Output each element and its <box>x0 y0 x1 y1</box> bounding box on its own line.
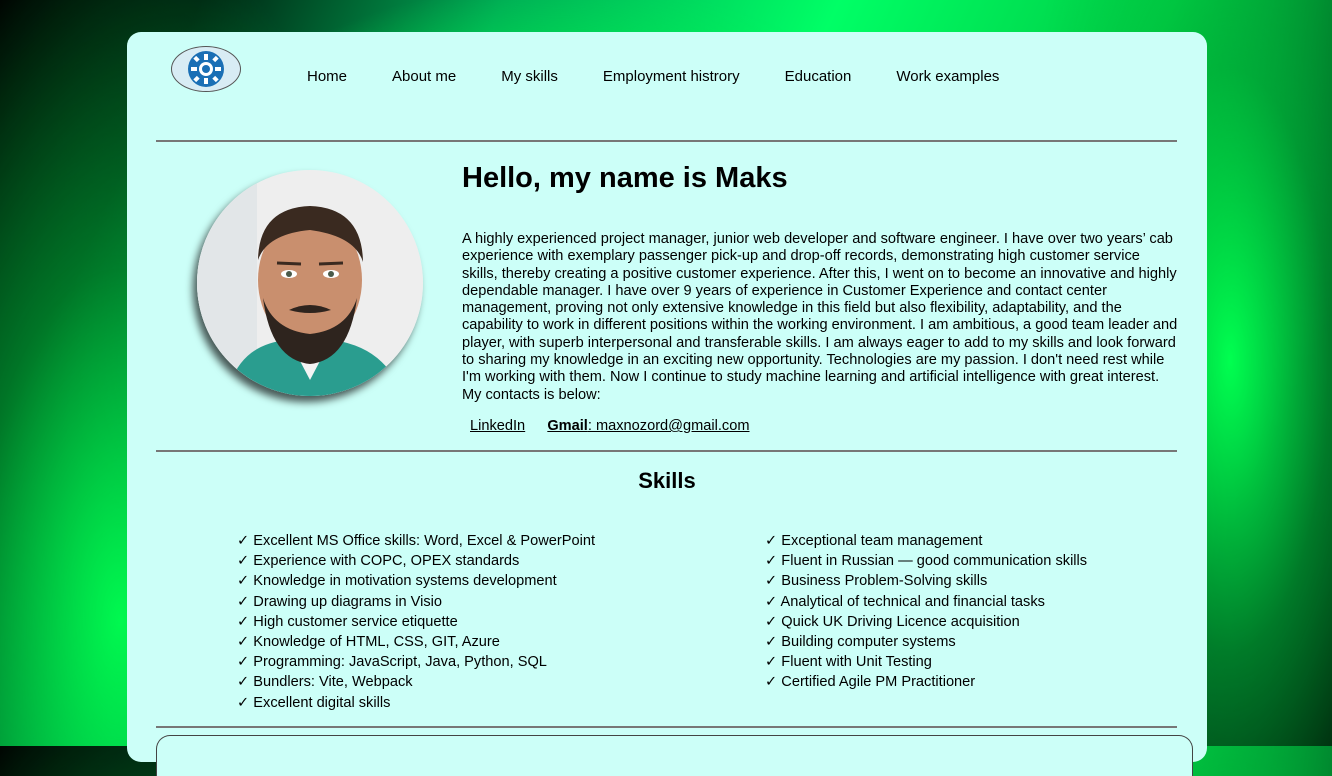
check-icon: ✓ <box>765 674 778 691</box>
gear-logo-icon <box>188 51 224 87</box>
check-icon: ✓ <box>765 553 778 570</box>
skill-item: ✓ Exceptional team management <box>765 533 983 549</box>
gmail-link[interactable]: Gmail: maxnozord@gmail.com <box>547 418 749 434</box>
check-icon: ✓ <box>765 533 778 549</box>
nav-home[interactable]: Home <box>307 68 347 85</box>
bio-text: A highly experienced project manager, ju… <box>462 231 1178 403</box>
check-icon: ✓ <box>237 533 250 549</box>
skill-item: ✓ Fluent with Unit Testing <box>765 654 932 671</box>
main-nav: Home About me My skills Employment histr… <box>307 68 1044 85</box>
nav-employment-history[interactable]: Employment histrory <box>603 68 740 85</box>
check-icon: ✓ <box>765 593 778 610</box>
skills-title: Skills <box>638 468 696 493</box>
linkedin-link[interactable]: LinkedIn <box>470 418 525 434</box>
check-icon: ✓ <box>237 613 250 630</box>
skill-item: ✓ Excellent digital skills <box>237 694 391 711</box>
skill-item: ✓ Certified Agile PM Practitioner <box>765 674 976 691</box>
skills-list-left: ✓ Excellent MS Office skills: Word, Exce… <box>237 531 595 713</box>
divider <box>156 450 1177 452</box>
skill-item: ✓ Excellent MS Office skills: Word, Exce… <box>237 533 596 549</box>
gmail-address: : maxnozord@gmail.com <box>587 418 750 434</box>
skill-item: ✓ Fluent in Russian — good communication… <box>765 553 1088 570</box>
skill-item: ✓ Programming: JavaScript, Java, Python,… <box>237 654 547 671</box>
page-title: Hello, my name is Maks <box>462 162 788 194</box>
divider <box>156 140 1177 142</box>
check-icon: ✓ <box>765 613 778 630</box>
check-icon: ✓ <box>237 634 250 651</box>
skill-item: ✓ High customer service etiquette <box>237 613 458 630</box>
skill-item: ✓ Knowledge of HTML, CSS, GIT, Azure <box>237 634 500 651</box>
skill-item: ✓ Quick UK Driving Licence acquisition <box>765 613 1020 630</box>
profile-photo <box>197 170 423 396</box>
gmail-label: Gmail <box>547 418 588 434</box>
nav-work-examples[interactable]: Work examples <box>896 68 999 85</box>
nav-education[interactable]: Education <box>785 68 852 85</box>
skill-item: ✓ Knowledge in motivation systems develo… <box>237 573 557 590</box>
skills-list-right: ✓ Exceptional team management ✓ Fluent i… <box>765 531 1087 693</box>
check-icon: ✓ <box>237 553 250 570</box>
contacts: LinkedIn Gmail: maxnozord@gmail.com <box>470 418 750 434</box>
check-icon: ✓ <box>765 654 778 671</box>
divider <box>156 726 1177 728</box>
check-icon: ✓ <box>765 634 778 651</box>
next-section-card <box>156 735 1193 776</box>
nav-my-skills[interactable]: My skills <box>501 68 558 85</box>
check-icon: ✓ <box>237 654 250 671</box>
main-card: Home About me My skills Employment histr… <box>127 32 1207 776</box>
check-icon: ✓ <box>237 593 250 610</box>
skill-item: ✓ Experience with COPC, OPEX standards <box>237 553 520 570</box>
skill-item: ✓ Bundlers: Vite, Webpack <box>237 674 413 691</box>
skill-item: ✓ Building computer systems <box>765 634 956 651</box>
check-icon: ✓ <box>237 694 250 711</box>
logo[interactable] <box>171 46 241 92</box>
skill-item: ✓ Business Problem-Solving skills <box>765 573 988 590</box>
skill-item: ✓ Analytical of technical and financial … <box>765 593 1045 610</box>
check-icon: ✓ <box>765 573 778 590</box>
check-icon: ✓ <box>237 573 250 590</box>
profile-photo-image <box>197 170 423 396</box>
check-icon: ✓ <box>237 674 250 691</box>
nav-about-me[interactable]: About me <box>392 68 456 85</box>
skill-item: ✓ Drawing up diagrams in Visio <box>237 593 443 610</box>
